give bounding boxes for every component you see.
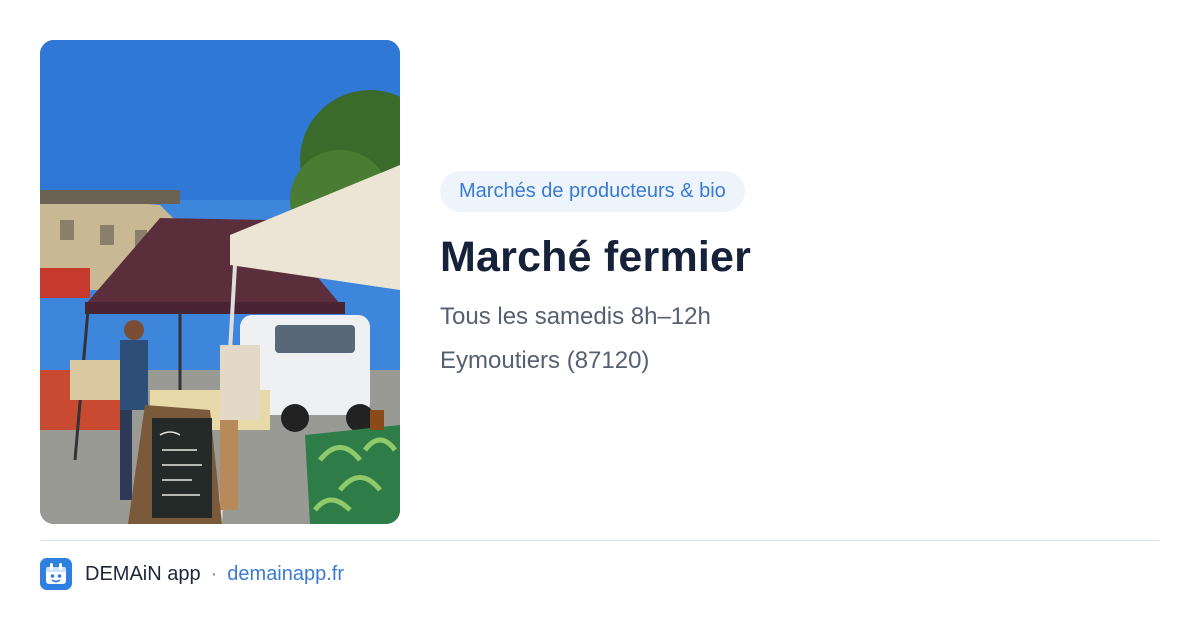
event-photo (40, 40, 400, 524)
event-schedule: Tous les samedis 8h–12h (440, 303, 711, 330)
footer-divider (40, 540, 1160, 541)
market-photo-illustration (40, 40, 400, 524)
category-badge[interactable]: Marchés de producteurs & bio (440, 171, 745, 212)
separator: · (210, 562, 218, 585)
event-info: Marchés de producteurs & bio Marché ferm… (440, 171, 1160, 376)
app-url-link[interactable]: demainapp.fr (227, 563, 344, 586)
demain-app-logo-icon (40, 558, 72, 590)
footer: DEMAiN app · demainapp.fr (40, 558, 344, 590)
app-name: DEMAiN app (85, 562, 201, 585)
event-location: Eymoutiers (87120) (440, 347, 650, 374)
event-title: Marché fermier (440, 233, 752, 281)
